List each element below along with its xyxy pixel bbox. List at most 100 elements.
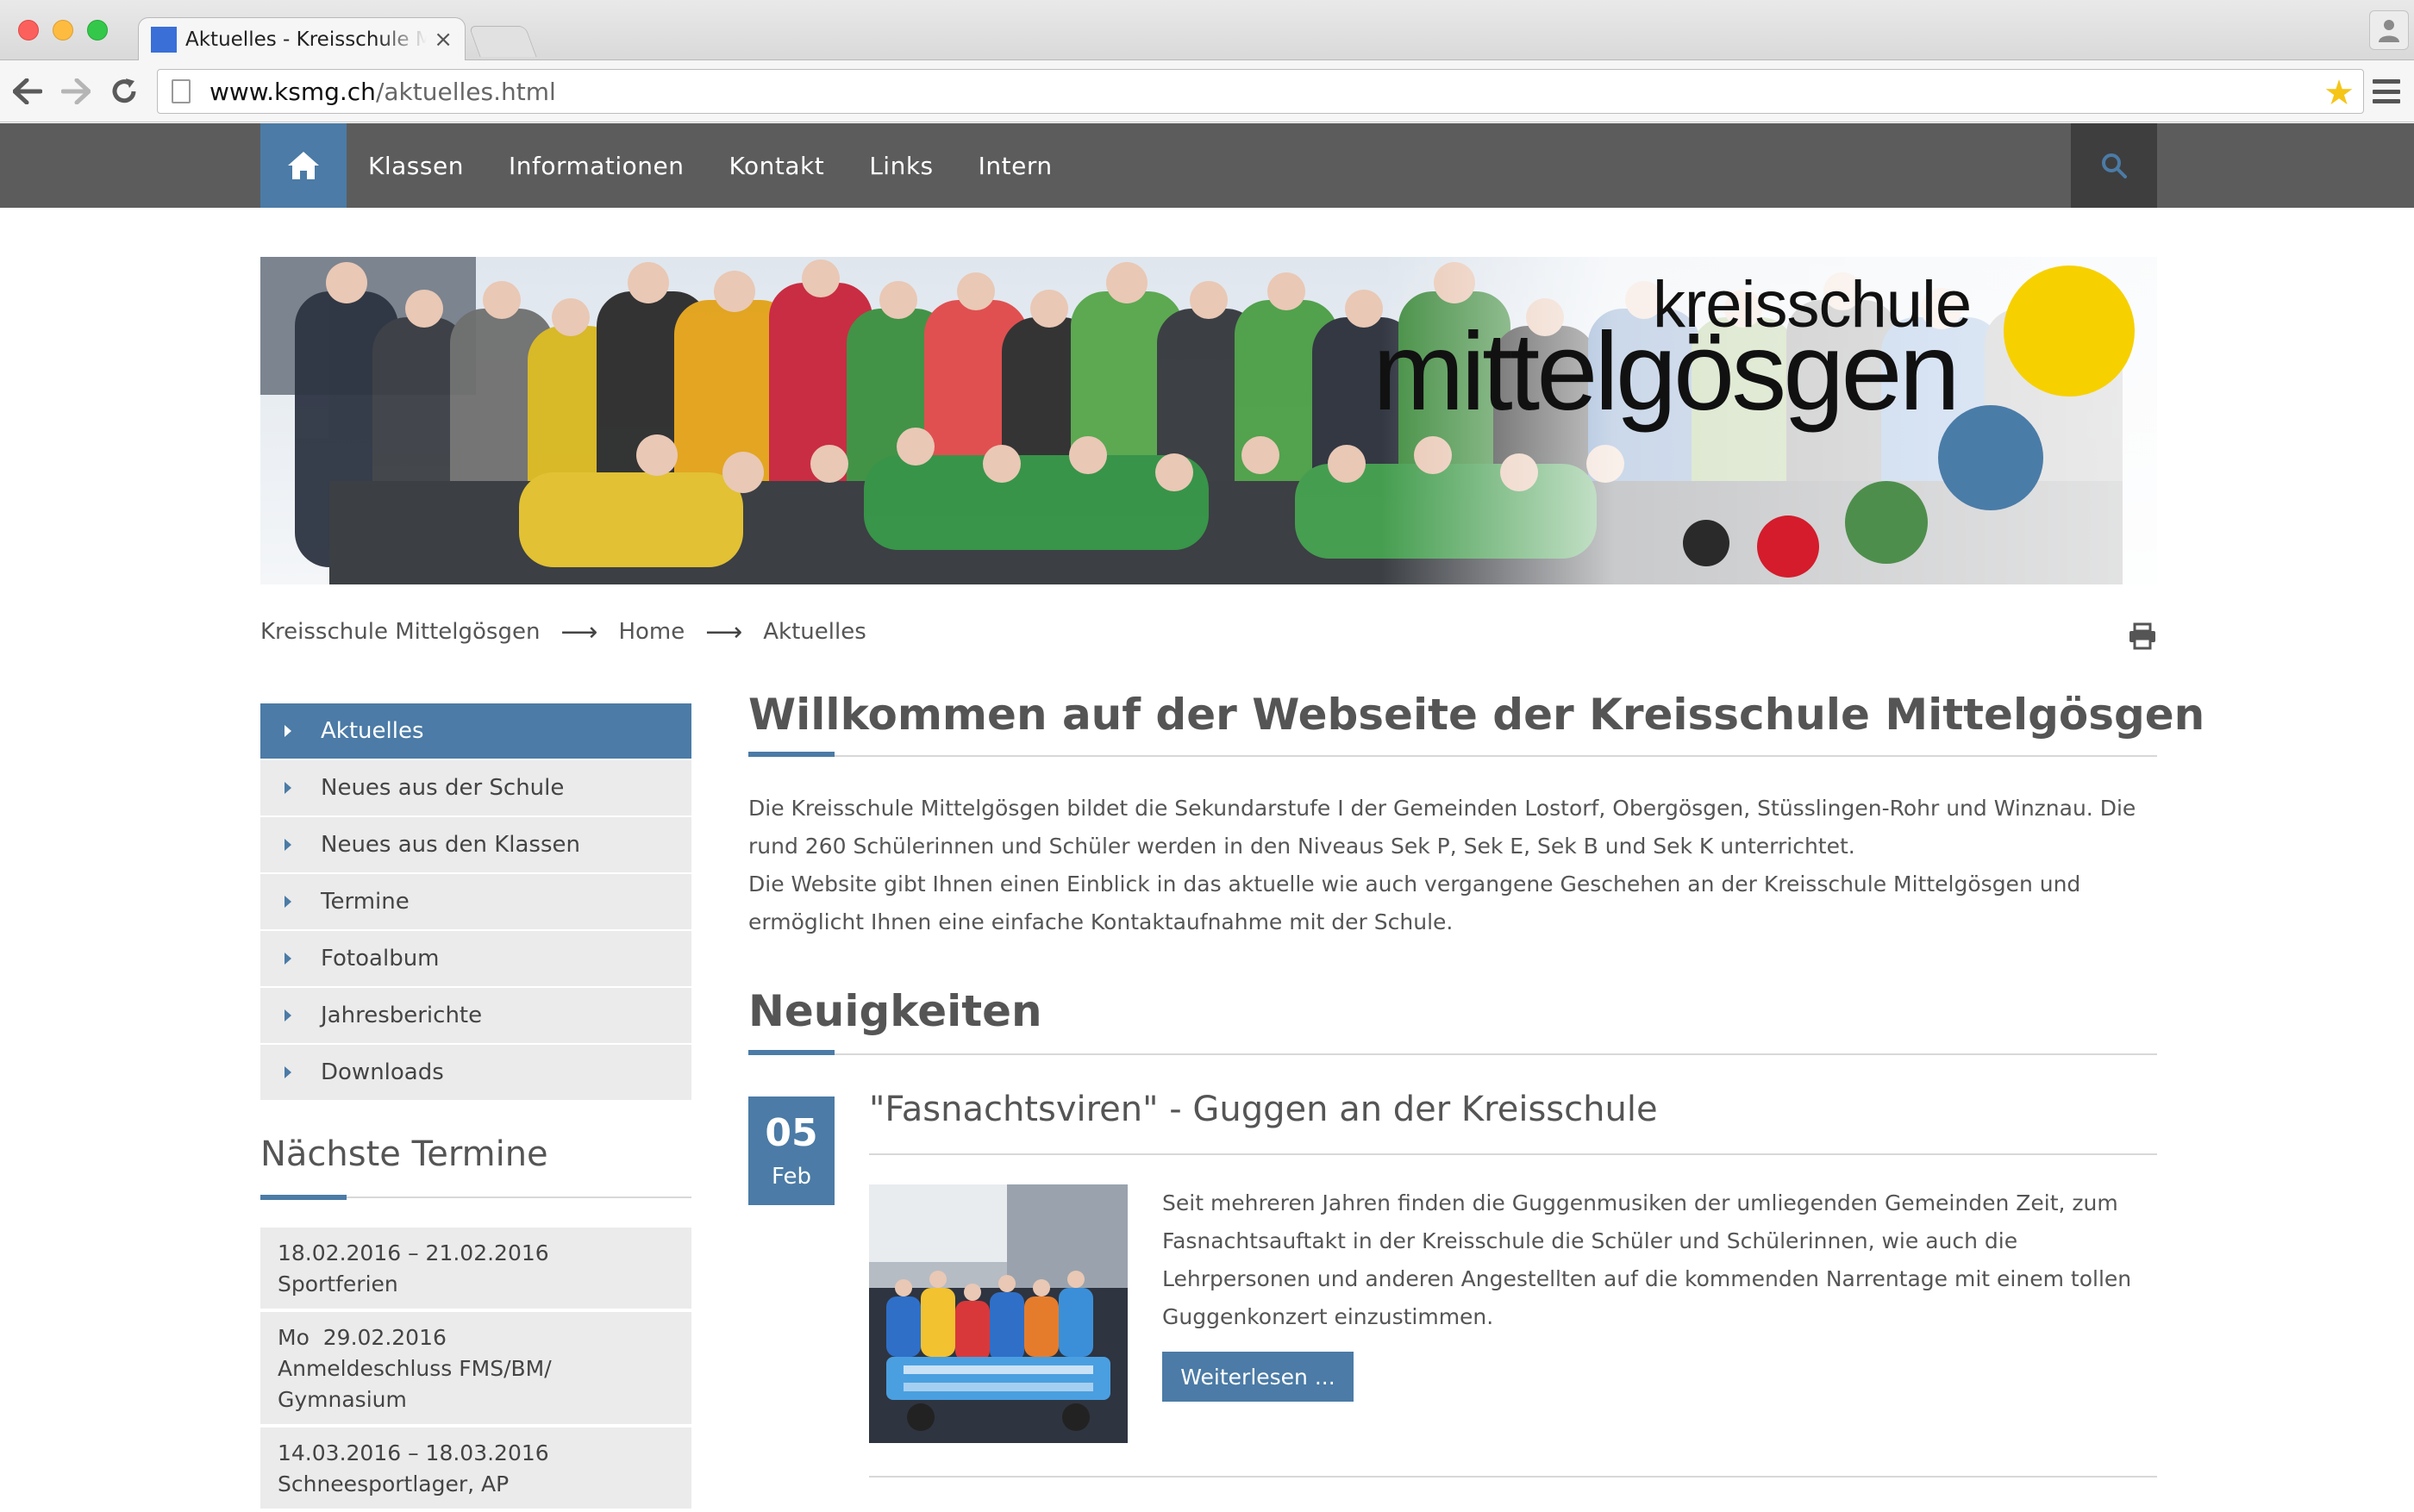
sidebar-item-jahresberichte[interactable]: Jahresberichte [260, 988, 691, 1043]
divider [748, 755, 2157, 757]
caret-right-icon [285, 839, 291, 851]
news-date-day: 05 [765, 1111, 818, 1155]
sidebar-item-aktuelles[interactable]: Aktuelles [260, 703, 691, 759]
logo-dot-red [1757, 515, 1819, 578]
window-close-button[interactable] [18, 20, 39, 41]
favicon-icon [151, 26, 177, 53]
logo-text-mittelgoesgen: mittelgösgen [1373, 310, 1961, 434]
event-date: 18.02.2016 – 21.02.2016 [278, 1240, 549, 1265]
event-item[interactable]: 14.03.2016 – 18.03.2016 Schneesportlager… [260, 1428, 691, 1509]
home-button[interactable] [260, 123, 347, 208]
search-icon [2102, 153, 2127, 178]
reload-icon [112, 78, 136, 103]
nav-item-informationen[interactable]: Informationen [509, 152, 685, 180]
divider [869, 1153, 2157, 1155]
window-minimize-button[interactable] [53, 20, 73, 41]
browser-toolbar: www.ksmg.ch/aktuelles.html ★ [0, 60, 2414, 122]
nav-item-links[interactable]: Links [869, 152, 933, 180]
logo-dot-green [1845, 481, 1928, 564]
nav-item-kontakt[interactable]: Kontakt [729, 152, 825, 180]
window-zoom-button[interactable] [87, 20, 108, 41]
arrow-right-icon [61, 78, 91, 104]
divider [748, 1053, 2157, 1055]
upcoming-events-list: 18.02.2016 – 21.02.2016 Sportferien Mo 2… [260, 1228, 691, 1512]
arrow-left-icon [13, 78, 42, 104]
caret-right-icon [285, 725, 291, 737]
upcoming-events-heading: Nächste Termine [260, 1134, 548, 1174]
back-button[interactable] [7, 71, 48, 112]
intro-text: Die Kreisschule Mittelgösgen bildet die … [748, 790, 2157, 941]
sidebar-item-label: Downloads [321, 1059, 444, 1085]
news-date-badge: 05 Feb [748, 1097, 835, 1205]
browser-tab-strip: Aktuelles - Kreisschule Mittelgösgen × [0, 0, 2414, 60]
page-icon [172, 79, 191, 103]
news-title[interactable]: "Fasnachtsviren" - Guggen an der Kreissc… [869, 1090, 1658, 1129]
news-photo [869, 1184, 1128, 1443]
event-title: Sportferien [278, 1271, 398, 1296]
bookmark-star-icon[interactable]: ★ [2323, 73, 2355, 113]
sidebar-item-label: Aktuelles [321, 718, 424, 744]
sidebar-item-downloads[interactable]: Downloads [260, 1045, 691, 1100]
intro-paragraph: Die Kreisschule Mittelgösgen bildet die … [748, 796, 2136, 859]
reload-button[interactable] [103, 71, 145, 112]
forward-button[interactable] [55, 71, 97, 112]
sidebar-item-label: Neues aus den Klassen [321, 832, 580, 858]
browser-menu-icon[interactable] [2373, 78, 2400, 105]
nav-item-intern[interactable]: Intern [979, 152, 1053, 180]
search-button[interactable] [2071, 123, 2157, 208]
sidebar-navigation: Aktuelles Neues aus der Schule Neues aus… [260, 703, 691, 1102]
nav-item-klassen[interactable]: Klassen [368, 152, 464, 180]
divider [869, 1476, 2157, 1478]
sidebar-item-termine[interactable]: Termine [260, 874, 691, 929]
home-icon [288, 152, 319, 179]
logo-dot-yellow [2004, 266, 2135, 397]
event-title-cont: Gymnasium [278, 1387, 407, 1412]
breadcrumb-item[interactable]: Kreisschule Mittelgösgen [260, 619, 540, 645]
tab-close-icon[interactable]: × [434, 27, 453, 53]
sidebar-item-label: Jahresberichte [321, 1003, 483, 1028]
sidebar-item-fotoalbum[interactable]: Fotoalbum [260, 931, 691, 986]
caret-right-icon [285, 1009, 291, 1022]
profile-button[interactable] [2369, 10, 2409, 50]
page-title: Willkommen auf der Webseite der Kreissch… [748, 690, 2205, 740]
print-icon[interactable] [2128, 622, 2157, 650]
arrow-right-icon: ⟶ [560, 616, 598, 647]
intro-paragraph: Die Website gibt Ihnen einen Einblick in… [748, 872, 2081, 934]
logo-dot-dark [1683, 520, 1729, 566]
breadcrumb-item-current: Aktuelles [763, 619, 866, 645]
news-heading: Neuigkeiten [748, 986, 1042, 1036]
caret-right-icon [285, 896, 291, 908]
arrow-right-icon: ⟶ [705, 616, 743, 647]
main-navigation: Klassen Informationen Kontakt Links Inte… [0, 123, 2414, 208]
sidebar-item-neues-klassen[interactable]: Neues aus den Klassen [260, 817, 691, 872]
event-item[interactable]: Mo 29.02.2016 Anmeldeschluss FMS/BM/ Gym… [260, 1312, 691, 1424]
event-item[interactable]: 18.02.2016 – 21.02.2016 Sportferien [260, 1228, 691, 1309]
caret-right-icon [285, 782, 291, 794]
tab-title: Aktuelles - Kreisschule Mittelgösgen [185, 28, 428, 51]
logo-dot-blue [1938, 405, 2043, 510]
event-title: Schneesportlager, AP [278, 1471, 510, 1496]
sidebar-item-label: Termine [321, 889, 410, 915]
news-image[interactable] [869, 1184, 1128, 1443]
news-date-month: Feb [771, 1164, 812, 1190]
event-date: 14.03.2016 – 18.03.2016 [278, 1440, 549, 1465]
sidebar-item-label: Neues aus der Schule [321, 775, 565, 801]
heading-accent [748, 752, 835, 757]
breadcrumb-item[interactable]: Home [618, 619, 685, 645]
sidebar-item-label: Fotoalbum [321, 946, 440, 972]
news-teaser: Seit mehreren Jahren finden die Guggenmu… [1162, 1190, 2132, 1329]
sidebar-item-neues-schule[interactable]: Neues aus der Schule [260, 760, 691, 815]
user-icon [2379, 20, 2399, 42]
address-bar[interactable]: www.ksmg.ch/aktuelles.html ★ [157, 69, 2364, 114]
read-more-button[interactable]: Weiterlesen ... [1162, 1352, 1354, 1402]
caret-right-icon [285, 1066, 291, 1078]
heading-accent [748, 1050, 835, 1055]
new-tab-button[interactable] [468, 26, 537, 57]
browser-tab-active[interactable]: Aktuelles - Kreisschule Mittelgösgen × [138, 17, 466, 60]
header-banner: kreisschule mittelgösgen [260, 257, 2157, 584]
breadcrumb: Kreisschule Mittelgösgen ⟶ Home ⟶ Aktuel… [260, 617, 866, 647]
url-domain: www.ksmg.ch [210, 77, 376, 106]
caret-right-icon [285, 953, 291, 965]
event-title: Anmeldeschluss FMS/BM/ [278, 1356, 552, 1381]
url-path: /aktuelles.html [375, 77, 556, 106]
